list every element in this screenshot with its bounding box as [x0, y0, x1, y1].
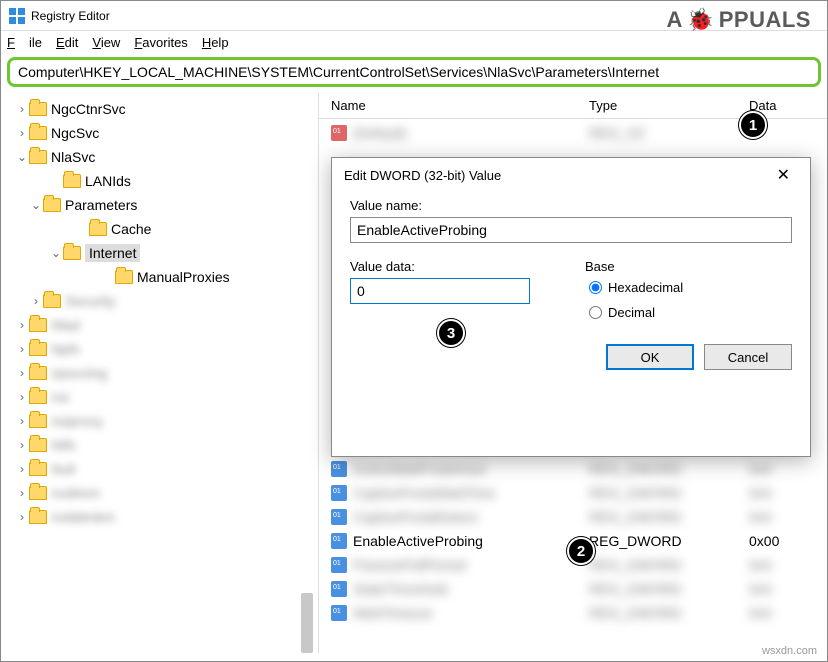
- folder-icon: [29, 366, 47, 380]
- dword-icon: [331, 581, 347, 597]
- annotation-badge-1: 1: [739, 111, 767, 139]
- collapse-icon[interactable]: ⌄: [29, 198, 43, 212]
- address-bar[interactable]: Computer\HKEY_LOCAL_MACHINE\SYSTEM\Curre…: [7, 57, 821, 87]
- annotation-badge-3: 3: [437, 319, 465, 347]
- cancel-button[interactable]: Cancel: [704, 344, 792, 370]
- value-name-label: Value name:: [350, 198, 792, 213]
- list-row-blurred[interactable]: CaptivePortalWaitTimeREG_DWORD0x0: [319, 481, 827, 505]
- list-row-blurred[interactable]: CaptivePortalDetectREG_DWORD0x0: [319, 505, 827, 529]
- folder-icon: [29, 438, 47, 452]
- edit-dword-dialog: Edit DWORD (32-bit) Value ✕ Value name: …: [331, 157, 811, 457]
- folder-icon: [29, 486, 47, 500]
- list-row-blurred[interactable]: ActiveWebProbeHostREG_DWORD0x0: [319, 457, 827, 481]
- tree-pane[interactable]: ›NgcCtnrSvc ›NgcSvc ⌄NlaSvc LANIds ⌄Para…: [1, 93, 319, 653]
- folder-icon: [29, 390, 47, 404]
- folder-icon: [29, 414, 47, 428]
- column-type[interactable]: Type: [589, 98, 749, 113]
- tree-item-internet[interactable]: ⌄Internet: [1, 241, 318, 265]
- tree-item-lanids[interactable]: LANIds: [1, 169, 318, 193]
- menu-favorites[interactable]: Favorites: [134, 35, 187, 50]
- folder-icon: [89, 222, 107, 236]
- base-label: Base: [585, 259, 792, 274]
- value-data-label: Value data:: [350, 259, 557, 274]
- tree-item-blurred[interactable]: ›nsi: [1, 385, 318, 409]
- list-row-blurred[interactable]: WebTimeoutREG_DWORD0x0: [319, 601, 827, 625]
- folder-icon: [29, 102, 47, 116]
- dword-icon: [331, 509, 347, 525]
- collapse-icon[interactable]: ⌄: [49, 246, 63, 260]
- expand-icon[interactable]: ›: [15, 126, 29, 140]
- dword-icon: [331, 485, 347, 501]
- tree-item-blurred[interactable]: ›Null: [1, 457, 318, 481]
- value-data-input[interactable]: [350, 278, 530, 304]
- window-title: Registry Editor: [31, 9, 110, 23]
- folder-icon: [29, 318, 47, 332]
- column-data[interactable]: Data: [749, 98, 827, 113]
- tree-item-blurred[interactable]: ›nvlddmkm: [1, 505, 318, 529]
- tree-item-blurred[interactable]: ›Nlad: [1, 313, 318, 337]
- list-row-blurred[interactable]: StaleThresholdREG_DWORD0x0: [319, 577, 827, 601]
- menu-view[interactable]: View: [92, 35, 120, 50]
- source-watermark: wsxdn.com: [762, 645, 817, 657]
- radio-hex-input[interactable]: [589, 281, 602, 294]
- string-icon: [331, 125, 347, 141]
- dialog-title: Edit DWORD (32-bit) Value: [344, 168, 501, 183]
- ok-button[interactable]: OK: [606, 344, 694, 370]
- dword-icon: [331, 557, 347, 573]
- tree-item-ngcctnrsvc[interactable]: ›NgcCtnrSvc: [1, 97, 318, 121]
- tree-item-blurred[interactable]: ›npsvctng: [1, 361, 318, 385]
- folder-icon: [43, 198, 61, 212]
- folder-icon: [115, 270, 133, 284]
- menu-file[interactable]: File: [7, 35, 42, 50]
- menu-bar: File Edit View Favorites Help: [1, 31, 827, 53]
- menu-edit[interactable]: Edit: [56, 35, 78, 50]
- bug-icon: 🐞: [687, 7, 715, 33]
- dword-icon: [331, 533, 347, 549]
- folder-icon: [29, 462, 47, 476]
- annotation-badge-2: 2: [567, 537, 595, 565]
- close-icon[interactable]: ✕: [769, 163, 798, 187]
- watermark-logo: A🐞PPUALS: [666, 7, 811, 33]
- tree-item-blurred[interactable]: ›Ntfs: [1, 433, 318, 457]
- tree-item-blurred[interactable]: ›Security: [1, 289, 318, 313]
- scrollbar-thumb[interactable]: [301, 593, 313, 653]
- folder-icon: [29, 342, 47, 356]
- folder-icon: [29, 510, 47, 524]
- folder-icon: [63, 174, 81, 188]
- folder-icon: [63, 246, 81, 260]
- expand-icon[interactable]: ›: [15, 102, 29, 116]
- radio-decimal[interactable]: Decimal: [589, 305, 792, 320]
- menu-help[interactable]: Help: [202, 35, 229, 50]
- radio-dec-input[interactable]: [589, 306, 602, 319]
- dword-icon: [331, 461, 347, 477]
- value-name-input[interactable]: [350, 217, 792, 243]
- tree-item-manualproxies[interactable]: ManualProxies: [1, 265, 318, 289]
- tree-item-cache[interactable]: Cache: [1, 217, 318, 241]
- tree-item-parameters[interactable]: ⌄Parameters: [1, 193, 318, 217]
- folder-icon: [43, 294, 61, 308]
- dword-icon: [331, 605, 347, 621]
- radio-hexadecimal[interactable]: Hexadecimal: [589, 280, 792, 295]
- column-name[interactable]: Name: [319, 98, 589, 113]
- collapse-icon[interactable]: ⌄: [15, 150, 29, 164]
- tree-item-blurred[interactable]: ›nvdimm: [1, 481, 318, 505]
- address-text: Computer\HKEY_LOCAL_MACHINE\SYSTEM\Curre…: [18, 64, 659, 80]
- folder-icon: [29, 126, 47, 140]
- folder-icon: [29, 150, 47, 164]
- tree-item-blurred[interactable]: ›nsiproxy: [1, 409, 318, 433]
- tree-item-blurred[interactable]: ›Npfs: [1, 337, 318, 361]
- regedit-icon: [9, 8, 25, 24]
- tree-item-ngcsvc[interactable]: ›NgcSvc: [1, 121, 318, 145]
- tree-item-nlasvc[interactable]: ⌄NlaSvc: [1, 145, 318, 169]
